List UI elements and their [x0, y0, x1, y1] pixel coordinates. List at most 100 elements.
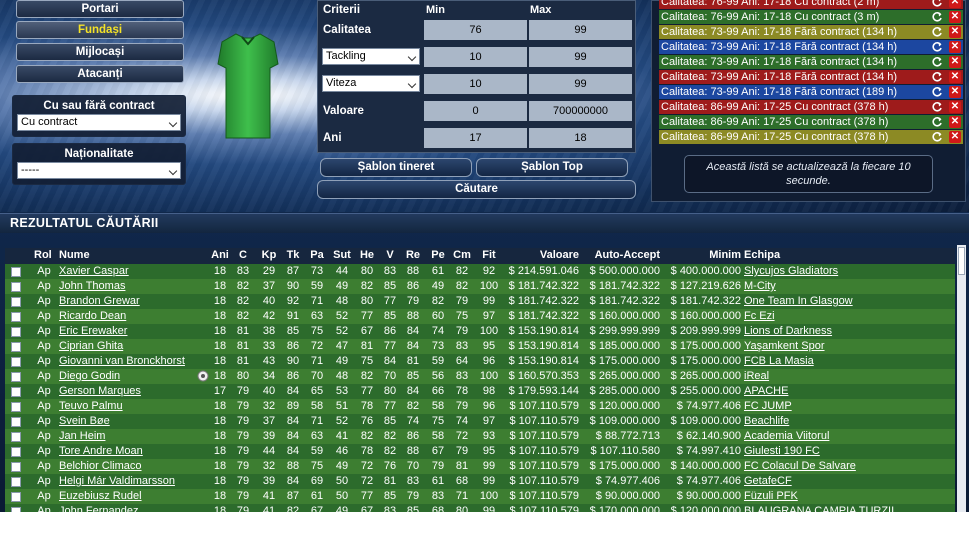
team-name-link[interactable]: Fc Ezi — [744, 309, 954, 324]
select-checkbox[interactable] — [11, 297, 21, 307]
position-button-4[interactable]: Atacanți — [16, 65, 184, 83]
column-header[interactable]: Pe — [428, 249, 448, 261]
table-row[interactable]: Ap Tore Andre Moan 18 79 44 84 59 46 78 82 88 67 79 9… — [5, 444, 955, 459]
saved-search-item[interactable]: Calitatea: 73-99 Ani: 17-18 Fără contrac… — [659, 40, 963, 54]
column-header[interactable]: Re — [403, 249, 423, 261]
criteria-min-input[interactable]: 0 — [424, 101, 527, 121]
delete-icon[interactable]: ✕ — [949, 11, 961, 23]
criteria-max-input[interactable]: 99 — [529, 74, 632, 94]
select-checkbox[interactable] — [11, 417, 21, 427]
saved-search-item[interactable]: Calitatea: 73-99 Ani: 17-18 Fără contrac… — [659, 70, 963, 84]
team-name-link[interactable]: Beachlife — [744, 414, 954, 429]
refresh-icon[interactable] — [931, 71, 943, 83]
table-row[interactable]: Ap Eric Erewaker 18 81 38 85 75 52 67 86 84 74 79 100… — [5, 324, 955, 339]
delete-icon[interactable]: ✕ — [949, 116, 961, 128]
player-name-link[interactable]: Diego Godin — [59, 369, 209, 384]
column-header[interactable]: V — [382, 249, 398, 261]
select-checkbox[interactable] — [11, 432, 21, 442]
criteria-min-input[interactable]: 10 — [424, 74, 527, 94]
position-button-1[interactable]: Portari — [16, 0, 184, 18]
saved-search-item[interactable]: Calitatea: 76-99 Ani: 17-18 Cu contract … — [659, 10, 963, 24]
column-header[interactable]: Auto-Accept — [585, 249, 660, 261]
player-name-link[interactable]: Gerson Marques — [59, 384, 209, 399]
table-row[interactable]: Ap John Fernandez 18 79 41 82 67 49 67 83 85 68 80 99… — [5, 504, 955, 512]
player-name-link[interactable]: Jan Heim — [59, 429, 209, 444]
player-name-link[interactable]: John Fernandez — [59, 504, 209, 512]
select-checkbox[interactable] — [11, 492, 21, 502]
select-checkbox[interactable] — [11, 267, 21, 277]
criteria-select[interactable]: Viteza — [322, 75, 420, 92]
team-name-link[interactable]: BLAUGRANA CAMPIA TURZII — [744, 504, 954, 512]
refresh-icon[interactable] — [931, 0, 943, 8]
refresh-icon[interactable] — [931, 86, 943, 98]
player-name-link[interactable]: Ricardo Dean — [59, 309, 209, 324]
results-scrollbar[interactable] — [957, 245, 966, 512]
criteria-max-input[interactable]: 700000000 — [529, 101, 632, 121]
player-name-link[interactable]: Helgi Már Valdimarsson — [59, 474, 209, 489]
saved-search-item[interactable]: Calitatea: 73-99 Ani: 17-18 Fără contrac… — [659, 85, 963, 99]
select-checkbox[interactable] — [11, 507, 21, 512]
table-row[interactable]: Ap Teuvo Palmu 18 79 32 89 58 51 78 77 82 58 79 96 $ 1… — [5, 399, 955, 414]
team-name-link[interactable]: APACHE — [744, 384, 954, 399]
select-checkbox[interactable] — [11, 357, 21, 367]
table-row[interactable]: Ap John Thomas 18 82 37 90 59 49 82 85 86 49 82 100 $ … — [5, 279, 955, 294]
column-header[interactable]: Ani — [208, 249, 232, 261]
select-checkbox[interactable] — [11, 327, 21, 337]
player-name-link[interactable]: Ciprian Ghita — [59, 339, 209, 354]
select-checkbox[interactable] — [11, 462, 21, 472]
column-header[interactable]: Rol — [34, 249, 54, 261]
team-name-link[interactable]: Yaşamkent Spor — [744, 339, 954, 354]
refresh-icon[interactable] — [931, 101, 943, 113]
top-template-button[interactable]: Șablon Top — [476, 158, 628, 177]
delete-icon[interactable]: ✕ — [949, 41, 961, 53]
refresh-icon[interactable] — [931, 116, 943, 128]
table-row[interactable]: Ap Svein Bøe 18 79 37 84 71 52 76 85 74 75 74 97 $ 107… — [5, 414, 955, 429]
column-header[interactable]: Nume — [59, 249, 209, 261]
column-header[interactable]: Sut — [331, 249, 353, 261]
table-row[interactable]: Ap Ciprian Ghita 18 81 33 86 72 47 81 77 84 73 83 95 $… — [5, 339, 955, 354]
player-name-link[interactable]: Xavier Caspar — [59, 264, 209, 279]
table-row[interactable]: Ap Ricardo Dean 18 82 42 91 63 52 77 85 88 60 75 97 $ … — [5, 309, 955, 324]
select-checkbox[interactable] — [11, 447, 21, 457]
player-name-link[interactable]: John Thomas — [59, 279, 209, 294]
team-name-link[interactable]: FC Colacul De Salvare — [744, 459, 954, 474]
delete-icon[interactable]: ✕ — [949, 56, 961, 68]
criteria-min-input[interactable]: 10 — [424, 47, 527, 67]
column-header[interactable]: Tk — [283, 249, 303, 261]
saved-search-item[interactable]: Calitatea: 86-99 Ani: 17-25 Cu contract … — [659, 115, 963, 129]
team-name-link[interactable]: Lions of Darkness — [744, 324, 954, 339]
saved-search-item[interactable]: Calitatea: 76-99 Ani: 17-18 Cu contract … — [659, 0, 963, 9]
delete-icon[interactable]: ✕ — [949, 86, 961, 98]
saved-search-item[interactable]: Calitatea: 86-99 Ani: 17-25 Cu contract … — [659, 130, 963, 144]
select-checkbox[interactable] — [11, 402, 21, 412]
refresh-icon[interactable] — [931, 56, 943, 68]
team-name-link[interactable]: FC JUMP — [744, 399, 954, 414]
criteria-max-input[interactable]: 18 — [529, 128, 632, 148]
contract-select[interactable]: Cu contract — [17, 114, 181, 131]
saved-search-item[interactable]: Calitatea: 73-99 Ani: 17-18 Fără contrac… — [659, 55, 963, 69]
column-header[interactable]: Echipa — [744, 249, 954, 261]
table-row[interactable]: Ap Xavier Caspar 18 83 29 87 73 44 80 83 88 61 82 92 $… — [5, 264, 955, 279]
column-header[interactable]: Pa — [307, 249, 327, 261]
select-checkbox[interactable] — [11, 372, 21, 382]
column-header[interactable]: C — [233, 249, 253, 261]
player-name-link[interactable]: Giovanni van Bronckhorst — [59, 354, 209, 369]
team-name-link[interactable]: M-City — [744, 279, 954, 294]
search-button[interactable]: Căutare — [317, 180, 636, 199]
column-header[interactable]: Cm — [451, 249, 473, 261]
position-button-3[interactable]: Mijlocași — [16, 43, 184, 61]
youth-template-button[interactable]: Șablon tineret — [320, 158, 472, 177]
column-header[interactable]: Fit — [478, 249, 500, 261]
select-checkbox[interactable] — [11, 342, 21, 352]
player-name-link[interactable]: Teuvo Palmu — [59, 399, 209, 414]
team-name-link[interactable]: Giulesti 190 FC — [744, 444, 954, 459]
refresh-icon[interactable] — [931, 11, 943, 23]
table-row[interactable]: Ap Giovanni van Bronckhorst 18 81 43 90 71 49 75… — [5, 354, 955, 369]
delete-icon[interactable]: ✕ — [949, 131, 961, 143]
player-name-link[interactable]: Euzebiusz Rudel — [59, 489, 209, 504]
criteria-max-input[interactable]: 99 — [529, 20, 632, 40]
team-name-link[interactable]: Füzuli PFK — [744, 489, 954, 504]
column-header[interactable]: Minim — [665, 249, 741, 261]
table-row[interactable]: Ap Brandon Grewar 18 82 40 92 71 48 80 77 79 82 79 99… — [5, 294, 955, 309]
criteria-select[interactable]: Tackling — [322, 48, 420, 65]
